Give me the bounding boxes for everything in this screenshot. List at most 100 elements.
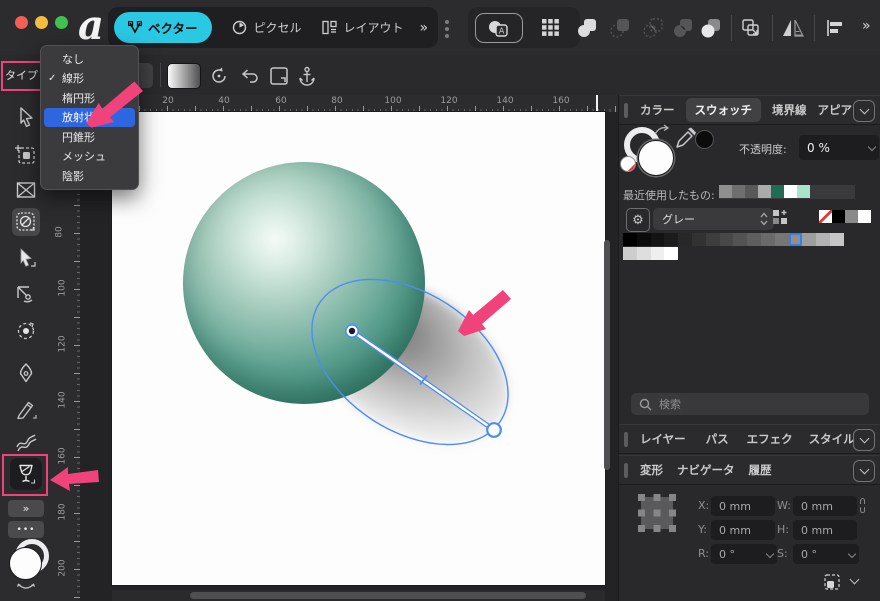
reverse-gradient-button[interactable]	[237, 63, 263, 89]
menu-item-mesh[interactable]: メッシュ	[41, 147, 138, 167]
fit-gradient-button[interactable]	[266, 63, 292, 89]
tab-paths[interactable]: パス	[706, 431, 729, 447]
recent-swatch[interactable]	[758, 185, 771, 198]
tab-stroke[interactable]: 境界線	[772, 102, 807, 118]
point-transform-tool[interactable]	[15, 320, 37, 342]
tab-pixel-persona[interactable]: ピクセル	[232, 19, 302, 36]
boolean-xor-button[interactable]	[670, 15, 696, 41]
gray-swatch[interactable]	[733, 233, 747, 246]
recent-swatch[interactable]	[771, 185, 784, 198]
palette-select[interactable]: グレー	[653, 208, 774, 230]
selection-ellipse[interactable]	[282, 245, 538, 478]
gray-swatch[interactable]	[637, 233, 651, 246]
close-window-button[interactable]	[15, 16, 28, 29]
zoom-window-button[interactable]	[55, 16, 68, 29]
menu-item-none[interactable]: なし	[41, 49, 138, 69]
artboard-tool[interactable]	[15, 144, 37, 166]
swatch-white[interactable]	[858, 210, 871, 223]
opacity-dropdown[interactable]: 0 %	[799, 135, 879, 160]
flip-horizontal-button[interactable]	[780, 15, 806, 41]
vector-brush-tool[interactable]	[15, 432, 37, 454]
swatch-search-input[interactable]: 検索	[631, 393, 869, 415]
boolean-add-button[interactable]	[574, 15, 600, 41]
tab-vector-persona[interactable]: ベクター	[114, 12, 212, 43]
pencil-tool[interactable]	[15, 398, 37, 420]
vertical-scrollbar-thumb[interactable]	[604, 240, 610, 470]
palette-settings-button[interactable]: ⚙	[626, 208, 650, 232]
mesh-warp-tool[interactable]	[15, 179, 37, 201]
boolean-intersect-button[interactable]	[640, 15, 666, 41]
boolean-divide-button[interactable]	[698, 15, 724, 41]
h-input[interactable]: 0 mm	[793, 520, 857, 540]
tab-transform[interactable]: 変形	[640, 462, 663, 478]
expand-toolbar-button[interactable]: »	[8, 500, 44, 517]
horizontal-scrollbar-track[interactable]	[112, 590, 605, 601]
gray-swatch[interactable]	[830, 233, 844, 246]
panel-options-button[interactable]	[853, 429, 875, 451]
w-input[interactable]: 0 mm	[793, 496, 857, 516]
gray-swatch[interactable]	[623, 247, 637, 260]
recent-swatch[interactable]	[784, 185, 797, 198]
chevron-down-icon[interactable]	[850, 575, 860, 585]
recent-swatch[interactable]	[797, 185, 810, 198]
gray-swatch[interactable]	[816, 233, 830, 246]
gradient-preview-swatch[interactable]	[167, 63, 201, 89]
picked-color-well[interactable]	[695, 130, 714, 149]
tab-effects[interactable]: エフェク	[747, 431, 793, 447]
rotation-dropdown[interactable]: 0 °	[711, 544, 777, 564]
panel-grip[interactable]	[624, 463, 628, 478]
gray-swatch[interactable]	[775, 233, 789, 246]
node-tool[interactable]	[15, 247, 37, 269]
swatch-black[interactable]	[832, 210, 845, 223]
tab-styles[interactable]: スタイル	[809, 431, 855, 447]
link-dimensions-toggle[interactable]: ∩∪	[859, 497, 866, 515]
tab-navigator[interactable]: ナビゲータ	[677, 462, 735, 478]
transform-mode-button[interactable]	[823, 573, 841, 591]
swatch-none[interactable]	[819, 210, 832, 223]
insert-behind-button[interactable]	[738, 15, 764, 41]
tab-history[interactable]: 履歴	[749, 462, 772, 478]
gray-swatch[interactable]	[664, 247, 678, 260]
fill-color-well[interactable]	[9, 547, 42, 580]
shear-dropdown[interactable]: 0 °	[793, 544, 859, 564]
gray-swatch[interactable]	[692, 233, 706, 246]
tab-appearance[interactable]: アピア	[818, 102, 853, 118]
more-tools-button[interactable]: •••	[8, 521, 44, 538]
x-input[interactable]: 0 mm	[711, 496, 775, 516]
panel-options-button[interactable]	[853, 460, 875, 482]
minimize-window-button[interactable]	[35, 16, 48, 29]
boolean-subtract-button[interactable]	[607, 15, 633, 41]
persona-overflow-chevron[interactable]: »	[420, 20, 429, 36]
document-page[interactable]	[112, 112, 605, 585]
gradient-end-handle[interactable]	[487, 423, 501, 437]
gray-swatch[interactable]	[761, 233, 775, 246]
gray-swatch[interactable]	[720, 233, 734, 246]
gray-swatch[interactable]	[706, 233, 720, 246]
gray-swatch[interactable]	[678, 233, 692, 246]
horizontal-scrollbar-thumb[interactable]	[190, 592, 586, 599]
gray-swatch[interactable]	[623, 233, 637, 246]
recent-swatch[interactable]	[719, 185, 732, 198]
grid-options-button[interactable]	[537, 15, 563, 41]
fill-selector[interactable]	[638, 140, 674, 176]
tab-layers[interactable]: レイヤー	[640, 431, 686, 447]
gray-swatch[interactable]	[651, 247, 665, 260]
tab-color[interactable]: カラー	[640, 102, 675, 118]
gray-swatch[interactable]	[664, 233, 678, 246]
add-swatch-button[interactable]	[772, 209, 788, 225]
toolbar-overflow-chevron[interactable]: »	[862, 18, 871, 34]
swap-fill-stroke-button[interactable]	[15, 582, 37, 592]
swatch-gray[interactable]	[845, 210, 858, 223]
panel-grip[interactable]	[624, 432, 628, 447]
tab-layout-persona[interactable]: レイアウト	[322, 19, 404, 36]
recent-swatch[interactable]	[732, 185, 745, 198]
move-tool[interactable]	[15, 106, 37, 128]
alignment-button[interactable]	[822, 15, 848, 41]
styles-picker-button[interactable]: A	[475, 13, 523, 43]
gray-swatch[interactable]	[651, 233, 665, 246]
recent-swatch[interactable]	[745, 185, 758, 198]
gray-swatch[interactable]	[802, 233, 816, 246]
y-input[interactable]: 0 mm	[711, 520, 775, 540]
swap-colors-button[interactable]	[652, 123, 670, 137]
menu-item-shadow[interactable]: 陰影	[41, 166, 138, 186]
